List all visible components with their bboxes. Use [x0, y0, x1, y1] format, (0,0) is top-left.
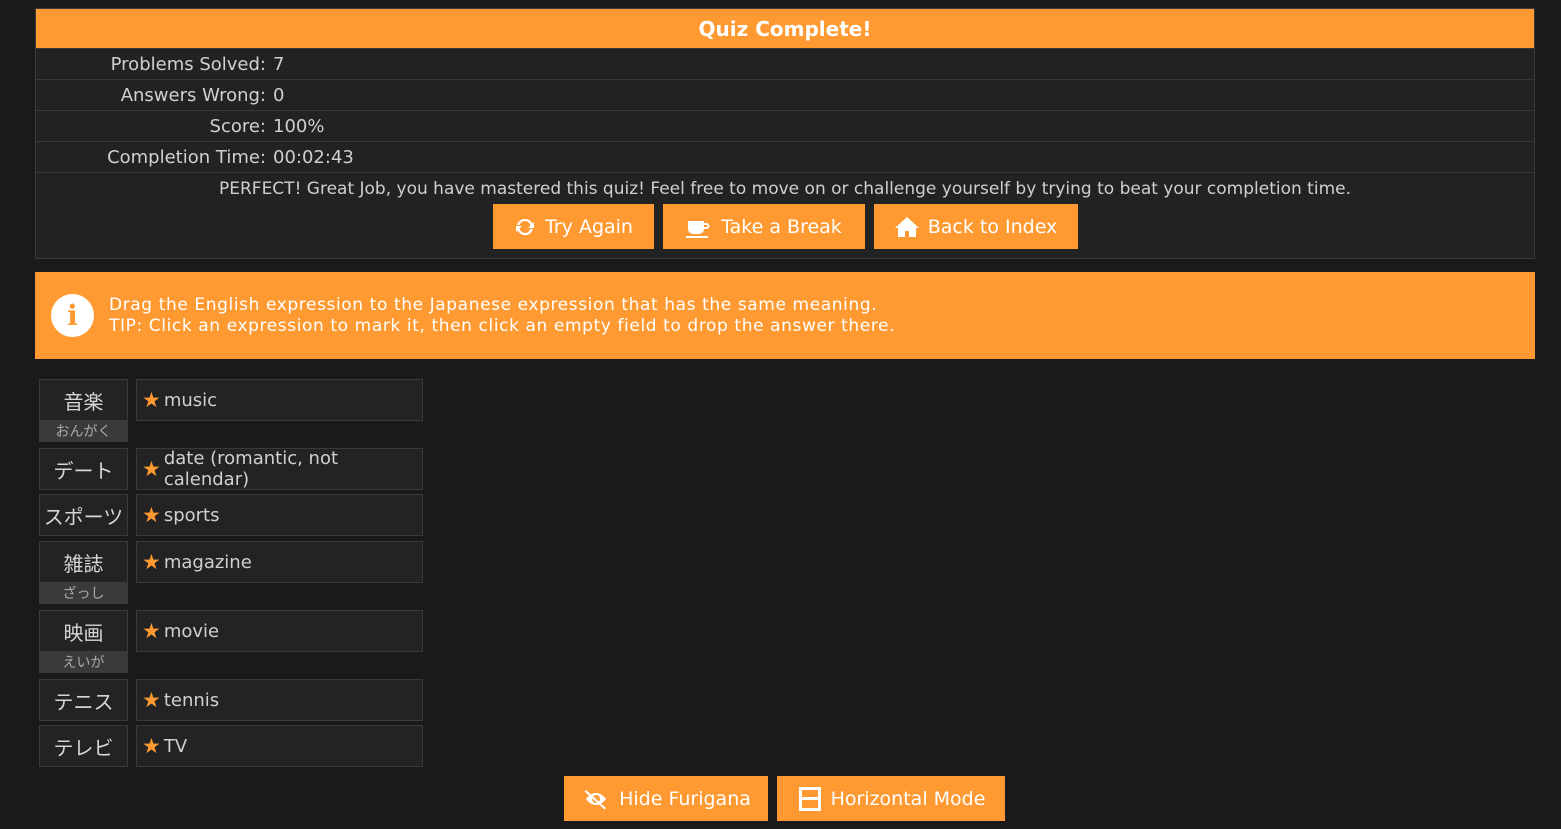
info-icon: i	[51, 294, 94, 337]
japanese-term: テレビ	[39, 725, 128, 767]
result-message-row: PERFECT! Great Job, you have mastered th…	[36, 172, 1534, 258]
star-icon: ★	[142, 733, 161, 758]
japanese-term: 映画 えいが	[39, 610, 128, 673]
take-break-button[interactable]: Take a Break	[662, 204, 865, 249]
english-expression: date (romantic, not calendar)	[163, 448, 339, 490]
stat-value: 7	[273, 53, 285, 75]
stat-label: Score:	[209, 115, 266, 137]
match-pair: 映画 えいが ★ movie	[39, 610, 423, 673]
results-title: Quiz Complete!	[36, 9, 1534, 48]
match-pair: スポーツ ★ sports	[39, 494, 423, 536]
star-icon: ★	[142, 456, 161, 481]
english-answer-slot[interactable]: ★ date (romantic, not calendar)	[136, 448, 423, 490]
stat-label: Problems Solved:	[110, 53, 266, 75]
eye-slash-icon	[584, 789, 607, 809]
japanese-term: 音楽 おんがく	[39, 379, 128, 442]
back-to-index-label: Back to Index	[927, 215, 1058, 238]
furigana: おんがく	[40, 420, 127, 441]
match-pair: テニス ★ tennis	[39, 679, 423, 721]
english-answer-slot[interactable]: ★ TV	[136, 725, 423, 767]
stat-label: Answers Wrong:	[120, 84, 266, 106]
furigana: ざっし	[40, 582, 127, 603]
japanese-term: デート	[39, 448, 128, 490]
stat-completion-time: Completion Time: 00:02:43	[36, 141, 1534, 172]
japanese-word: デート	[53, 458, 114, 483]
stat-value: 100%	[273, 115, 325, 137]
stat-value: 0	[273, 84, 285, 106]
match-pair: 雑誌 ざっし ★ magazine	[39, 541, 423, 604]
horizontal-mode-label: Horizontal Mode	[830, 787, 986, 810]
stat-value: 00:02:43	[273, 146, 354, 168]
english-expression: magazine	[163, 551, 252, 573]
instructions-banner: i Drag the English expression to the Jap…	[35, 272, 1535, 359]
japanese-word: スポーツ	[43, 504, 124, 529]
english-answer-slot[interactable]: ★ movie	[136, 610, 423, 652]
match-pair: デート ★ date (romantic, not calendar)	[39, 448, 423, 490]
horizontal-mode-button[interactable]: Horizontal Mode	[777, 776, 1005, 821]
english-expression: TV	[163, 735, 188, 757]
tip-line: TIP: Click an expression to mark it, the…	[109, 315, 896, 336]
match-pair: テレビ ★ TV	[39, 725, 423, 767]
english-expression: tennis	[163, 689, 220, 711]
result-message: PERFECT! Great Job, you have mastered th…	[218, 179, 1351, 199]
japanese-word: 雑誌	[63, 551, 104, 576]
star-icon: ★	[142, 387, 161, 412]
take-break-label: Take a Break	[721, 215, 842, 238]
layout-horizontal-icon	[798, 786, 821, 811]
instructions-text: Drag the English expression to the Japan…	[109, 295, 895, 337]
back-to-index-button[interactable]: Back to Index	[873, 204, 1078, 249]
stat-score: Score: 100%	[36, 110, 1534, 141]
match-pair: 音楽 おんがく ★ music	[39, 379, 423, 442]
stat-label: Completion Time:	[107, 146, 266, 168]
star-icon: ★	[142, 502, 161, 527]
try-again-button[interactable]: Try Again	[492, 204, 654, 249]
english-expression: music	[163, 389, 218, 411]
try-again-label: Try Again	[545, 215, 633, 238]
home-icon	[894, 216, 919, 237]
japanese-term: 雑誌 ざっし	[39, 541, 128, 604]
japanese-word: テレビ	[53, 735, 114, 760]
hide-furigana-button[interactable]: Hide Furigana	[564, 776, 768, 821]
coffee-cup-icon	[686, 220, 710, 238]
star-icon: ★	[142, 687, 161, 712]
star-icon: ★	[142, 618, 161, 643]
japanese-term: スポーツ	[39, 494, 128, 536]
english-expression: sports	[163, 504, 220, 526]
stat-problems-solved: Problems Solved: 7	[36, 48, 1534, 79]
japanese-word: 音楽	[63, 389, 104, 414]
result-buttons: Try Again Take a Break Back to Index	[36, 204, 1534, 249]
star-icon: ★	[142, 549, 161, 574]
english-answer-slot[interactable]: ★ magazine	[136, 541, 423, 583]
japanese-word: 映画	[63, 620, 104, 645]
english-answer-slot[interactable]: ★ music	[136, 379, 423, 421]
display-options: Hide Furigana Horizontal Mode	[564, 776, 1005, 821]
english-answer-slot[interactable]: ★ sports	[136, 494, 423, 536]
hide-furigana-label: Hide Furigana	[619, 787, 751, 810]
english-answer-slot[interactable]: ★ tennis	[136, 679, 423, 721]
quiz-results-panel: Quiz Complete! Problems Solved: 7 Answer…	[35, 8, 1535, 259]
furigana: えいが	[40, 651, 127, 672]
japanese-term: テニス	[39, 679, 128, 721]
instruction-line: Drag the English expression to the Japan…	[109, 294, 878, 315]
stat-answers-wrong: Answers Wrong: 0	[36, 79, 1534, 110]
japanese-word: テニス	[53, 689, 114, 714]
refresh-icon	[516, 218, 535, 235]
english-expression: movie	[163, 620, 220, 642]
